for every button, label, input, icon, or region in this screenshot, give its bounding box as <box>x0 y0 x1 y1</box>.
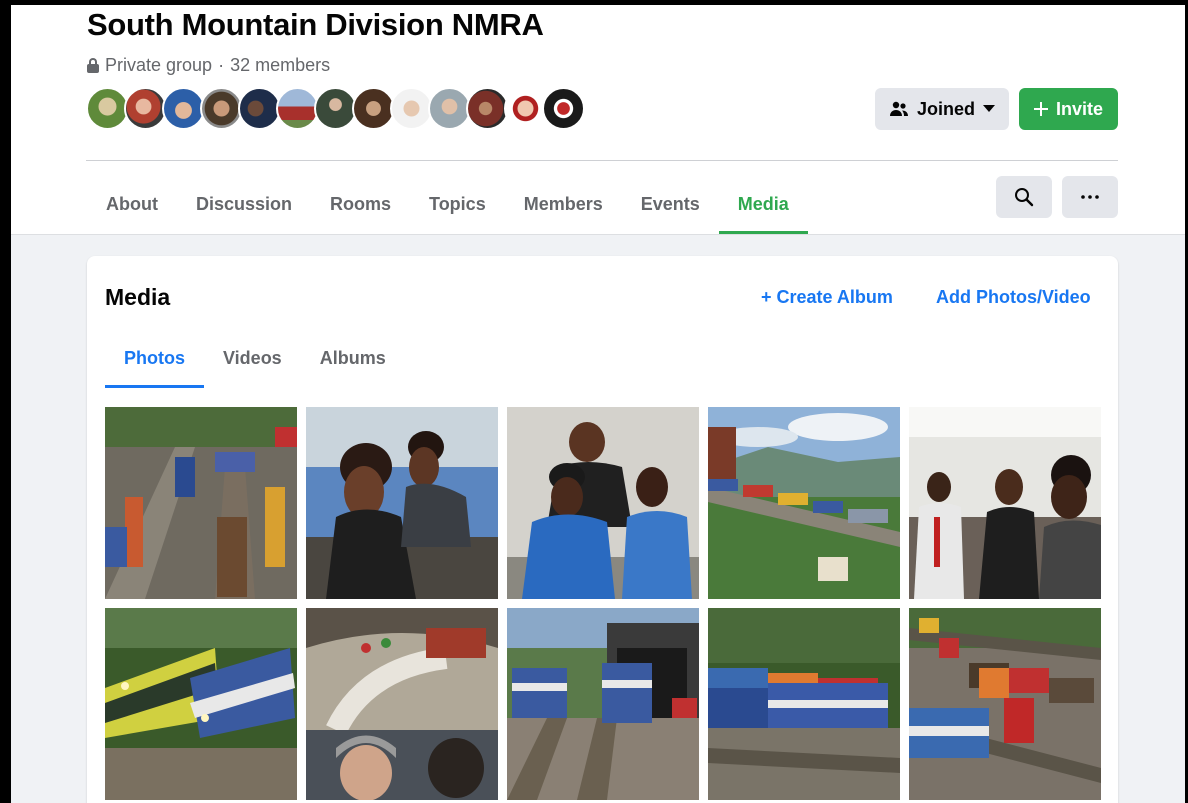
joined-button[interactable]: Joined <box>875 88 1009 130</box>
group-header: South Mountain Division NMRA Private gro… <box>11 5 1185 234</box>
avatar[interactable] <box>466 87 509 130</box>
group-tabs: About Discussion Rooms Topics Members Ev… <box>87 175 808 234</box>
meta-separator: · <box>218 55 225 75</box>
photo-thumbnail[interactable] <box>105 407 297 599</box>
invite-label: Invite <box>1055 98 1103 119</box>
member-count[interactable]: 32 members <box>230 55 330 76</box>
avatar[interactable] <box>542 87 585 130</box>
search-button[interactable] <box>996 176 1052 218</box>
caret-down-icon <box>983 105 995 112</box>
search-icon <box>1015 188 1034 207</box>
avatar[interactable] <box>86 87 129 130</box>
member-avatars <box>86 87 585 130</box>
avatar[interactable] <box>390 87 433 130</box>
avatar[interactable] <box>200 87 243 130</box>
photo-thumbnail[interactable] <box>708 608 900 800</box>
avatar[interactable] <box>504 87 547 130</box>
header-divider <box>86 160 1118 161</box>
people-icon <box>889 101 908 116</box>
tab-topics[interactable]: Topics <box>410 175 505 234</box>
privacy-label: Private group <box>105 55 213 75</box>
avatar[interactable] <box>162 87 205 130</box>
photo-thumbnail[interactable] <box>306 608 498 800</box>
tab-discussion[interactable]: Discussion <box>177 175 311 234</box>
lock-icon <box>87 58 99 73</box>
media-card: Media + Create Album Add Photos/Video Ph… <box>87 256 1118 803</box>
more-dots-icon <box>1081 195 1099 199</box>
media-subtabs: Photos Videos Albums <box>105 329 405 388</box>
subtab-photos[interactable]: Photos <box>105 329 204 388</box>
photo-thumbnail[interactable] <box>909 608 1101 800</box>
media-title: Media <box>105 284 171 310</box>
add-photos-link[interactable]: Add Photos/Video <box>936 287 1091 308</box>
subtab-albums[interactable]: Albums <box>301 329 405 388</box>
tab-members[interactable]: Members <box>505 175 622 234</box>
plus-icon: + <box>761 287 772 307</box>
invite-button[interactable]: Invite <box>1019 88 1118 130</box>
tab-rooms[interactable]: Rooms <box>311 175 410 234</box>
photo-thumbnail[interactable] <box>909 407 1101 599</box>
avatar[interactable] <box>428 87 471 130</box>
avatar[interactable] <box>352 87 395 130</box>
tab-media[interactable]: Media <box>718 175 808 234</box>
avatar[interactable] <box>124 87 167 130</box>
photo-thumbnail[interactable] <box>105 608 297 800</box>
joined-label: Joined <box>916 98 975 119</box>
more-options-button[interactable] <box>1062 176 1118 218</box>
screenshot-border-left <box>0 0 11 803</box>
group-meta: Private group · 32 members <box>87 55 330 76</box>
group-title[interactable]: South Mountain Division NMRA <box>87 7 544 43</box>
plus-icon <box>1033 102 1048 116</box>
photo-thumbnail[interactable] <box>708 407 900 599</box>
tab-about[interactable]: About <box>87 175 177 234</box>
avatar[interactable] <box>314 87 357 130</box>
avatar[interactable] <box>238 87 281 130</box>
photo-grid <box>105 407 1101 800</box>
tab-events[interactable]: Events <box>622 175 719 234</box>
photo-thumbnail[interactable] <box>306 407 498 599</box>
create-album-label: Create Album <box>776 287 893 307</box>
subtab-videos[interactable]: Videos <box>204 329 301 388</box>
photo-thumbnail[interactable] <box>507 407 699 599</box>
avatar[interactable] <box>276 87 319 130</box>
photo-thumbnail[interactable] <box>507 608 699 800</box>
create-album-link[interactable]: + Create Album <box>761 287 893 308</box>
